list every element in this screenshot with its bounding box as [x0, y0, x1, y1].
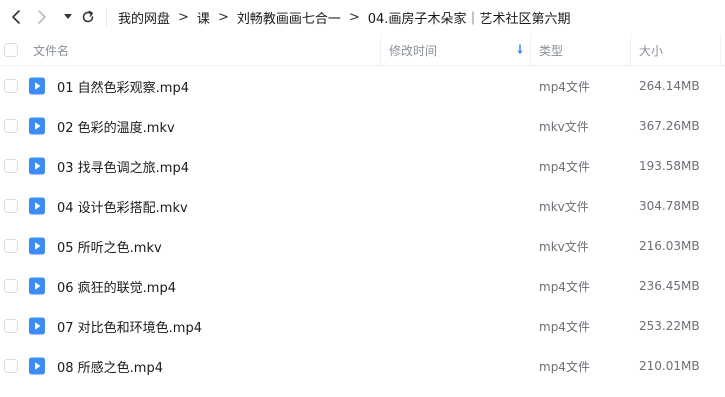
file-type: mp4文件 [539, 79, 590, 94]
table-row[interactable]: 04 设计色彩搭配.mkv mkv文件 304.78MB [0, 186, 725, 226]
file-type: mp4文件 [539, 279, 590, 294]
column-header-type[interactable]: 类型 [539, 34, 563, 66]
back-button[interactable] [6, 6, 26, 28]
video-file-icon [29, 197, 45, 215]
file-name[interactable]: 01 自然色彩观察.mp4 [57, 66, 189, 106]
caret-down-icon [64, 14, 72, 19]
file-type: mkv文件 [539, 119, 589, 134]
history-dropdown-button[interactable] [58, 6, 78, 28]
row-checkbox[interactable] [4, 279, 18, 293]
video-file-icon [29, 157, 45, 175]
column-divider[interactable] [630, 34, 631, 66]
file-name[interactable]: 08 所感之色.mp4 [57, 346, 163, 386]
navigation-bar: 我的网盘 > 课 > 刘畅教画画七合一 > 04.画房子木朵家｜艺术社区第六期 [0, 0, 725, 34]
sort-indicator[interactable] [516, 34, 524, 66]
file-size: 210.01MB [639, 359, 700, 373]
file-type: mp4文件 [539, 359, 590, 374]
chevron-right-icon [38, 10, 46, 24]
table-row[interactable]: 07 对比色和环境色.mp4 mp4文件 253.22MB [0, 306, 725, 346]
file-name[interactable]: 04 设计色彩搭配.mkv [57, 186, 188, 226]
refresh-button[interactable] [78, 6, 98, 28]
breadcrumb: 我的网盘 > 课 > 刘畅教画画七合一 > 04.画房子木朵家｜艺术社区第六期 [118, 0, 570, 34]
file-name[interactable]: 05 所听之色.mkv [57, 226, 162, 266]
breadcrumb-item-current-folder[interactable]: 04.画房子木朵家｜艺术社区第六期 [368, 8, 571, 27]
file-type: mkv文件 [539, 199, 589, 214]
column-divider[interactable] [530, 34, 531, 66]
table-row[interactable]: 05 所听之色.mkv mkv文件 216.03MB [0, 226, 725, 266]
file-size: 367.26MB [639, 119, 700, 133]
breadcrumb-separator: > [178, 9, 189, 25]
file-type: mkv文件 [539, 239, 589, 254]
breadcrumb-separator: > [348, 9, 360, 25]
table-row[interactable]: 01 自然色彩观察.mp4 mp4文件 264.14MB [0, 66, 725, 106]
file-size: 236.45MB [639, 279, 700, 293]
row-checkbox[interactable] [4, 359, 18, 373]
column-header-modified[interactable]: 修改时间 [389, 34, 437, 66]
column-header-size[interactable]: 大小 [639, 34, 663, 66]
file-list-header: 文件名 修改时间 类型 大小 [0, 34, 725, 66]
video-file-icon [29, 277, 45, 295]
table-row[interactable]: 03 找寻色调之旅.mp4 mp4文件 193.58MB [0, 146, 725, 186]
row-checkbox[interactable] [4, 159, 18, 173]
file-name[interactable]: 02 色彩的温度.mkv [57, 106, 175, 146]
video-file-icon [29, 317, 45, 335]
sort-down-arrow-icon [517, 44, 523, 54]
table-row[interactable]: 08 所感之色.mp4 mp4文件 210.01MB [0, 346, 725, 386]
video-file-icon [29, 237, 45, 255]
video-file-icon [29, 357, 45, 375]
table-row[interactable]: 06 疯狂的联觉.mp4 mp4文件 236.45MB [0, 266, 725, 306]
select-all-checkbox[interactable] [4, 43, 18, 57]
chevron-left-icon [12, 10, 20, 24]
row-checkbox[interactable] [4, 199, 18, 213]
file-size: 216.03MB [639, 239, 700, 253]
video-file-icon [29, 77, 45, 95]
nav-divider [106, 8, 107, 26]
file-size: 304.78MB [639, 199, 700, 213]
file-size: 253.22MB [639, 319, 700, 333]
breadcrumb-item-my-drive[interactable]: 我的网盘 [118, 8, 170, 27]
table-row[interactable]: 02 色彩的温度.mkv mkv文件 367.26MB [0, 106, 725, 146]
breadcrumb-item-course[interactable]: 课 [197, 8, 210, 27]
column-divider[interactable] [380, 34, 381, 66]
breadcrumb-separator: > [217, 9, 229, 25]
forward-button[interactable] [32, 6, 52, 28]
file-type: mp4文件 [539, 319, 590, 334]
file-name[interactable]: 07 对比色和环境色.mp4 [57, 306, 202, 346]
file-size: 264.14MB [639, 79, 700, 93]
file-name[interactable]: 03 找寻色调之旅.mp4 [57, 146, 189, 186]
row-checkbox[interactable] [4, 239, 18, 253]
refresh-icon [82, 10, 94, 23]
column-header-name[interactable]: 文件名 [33, 34, 69, 66]
row-checkbox[interactable] [4, 319, 18, 333]
video-file-icon [29, 117, 45, 135]
breadcrumb-item-collection[interactable]: 刘畅教画画七合一 [237, 8, 341, 27]
row-checkbox[interactable] [4, 79, 18, 93]
file-type: mp4文件 [539, 159, 590, 174]
row-checkbox[interactable] [4, 119, 18, 133]
file-size: 193.58MB [639, 159, 700, 173]
file-name[interactable]: 06 疯狂的联觉.mp4 [57, 266, 176, 306]
column-divider[interactable] [720, 34, 721, 66]
